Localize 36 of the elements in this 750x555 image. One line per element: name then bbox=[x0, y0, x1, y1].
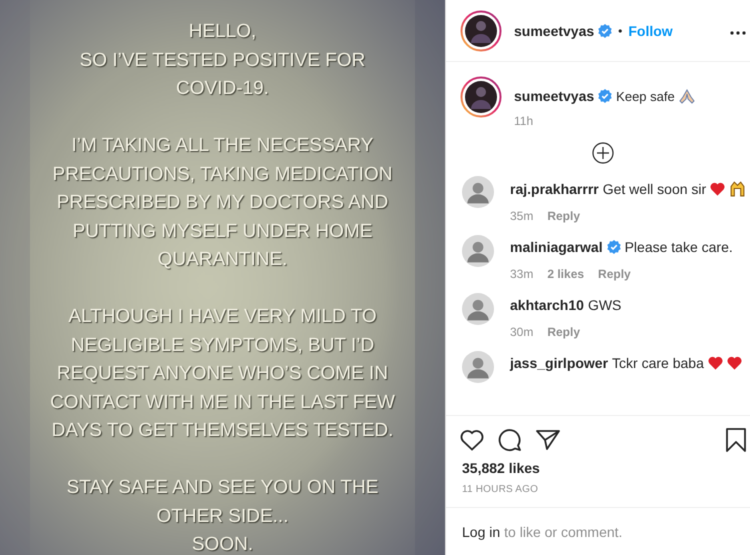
comment-time: 35m bbox=[510, 209, 534, 223]
bookmark-icon[interactable] bbox=[726, 428, 746, 452]
comment-time: 11h bbox=[514, 114, 534, 128]
share-icon[interactable] bbox=[536, 429, 560, 451]
separator-dot: • bbox=[618, 24, 622, 38]
login-prompt: to like or comment. bbox=[504, 524, 622, 540]
heart-emoji-icon bbox=[710, 182, 726, 196]
username[interactable]: maliniagarwal bbox=[510, 239, 603, 255]
post-text: HELLO, SO I’VE TESTED POSITIVE FOR COVID-19. bbox=[80, 20, 366, 101]
post-text: STAY SAFE AND SEE YOU ON THE OTHER SIDE... SOON. bbox=[66, 476, 378, 555]
post-text: I’M TAKING ALL THE NECESSARY PRECAUTIONS, TAKING MEDICATION PRESCRIBED BY MY DOCTORS AND PUTTING MYSELF UNDER HOME QUARANTINE. bbox=[52, 134, 392, 272]
like-icon[interactable] bbox=[460, 429, 484, 451]
comment-icon[interactable] bbox=[498, 428, 522, 452]
comment-time: 30m bbox=[510, 325, 534, 339]
hands-emoji-icon bbox=[729, 180, 746, 197]
heart-emoji-icon bbox=[708, 356, 723, 370]
username[interactable]: raj.prakharrrr bbox=[510, 180, 599, 196]
username[interactable]: sumeetvyas bbox=[514, 88, 594, 104]
avatar[interactable] bbox=[460, 10, 502, 52]
comment-text: GWS bbox=[588, 297, 622, 313]
login-link[interactable]: Log in bbox=[462, 524, 500, 540]
load-more-icon[interactable] bbox=[592, 142, 614, 164]
heart-emoji-icon bbox=[726, 356, 742, 370]
comment-time: 33m bbox=[510, 267, 534, 281]
username[interactable]: jass_girlpower bbox=[510, 355, 608, 371]
pray-emoji-icon bbox=[678, 88, 695, 104]
comment-text: Keep safe bbox=[616, 88, 675, 104]
comment-text: Tckr care baba bbox=[612, 355, 704, 371]
avatar[interactable] bbox=[460, 76, 502, 118]
post-timestamp: 11 HOURS AGO bbox=[461, 483, 540, 497]
like-count: 35,882 likes bbox=[461, 459, 541, 476]
username[interactable]: akhtarch10 bbox=[510, 297, 584, 313]
username[interactable]: sumeetvyas bbox=[514, 22, 594, 38]
comment-text: Get well soon sir bbox=[602, 180, 706, 196]
comment-text: Please take care. bbox=[624, 239, 733, 255]
more-options-icon[interactable] bbox=[730, 31, 746, 35]
